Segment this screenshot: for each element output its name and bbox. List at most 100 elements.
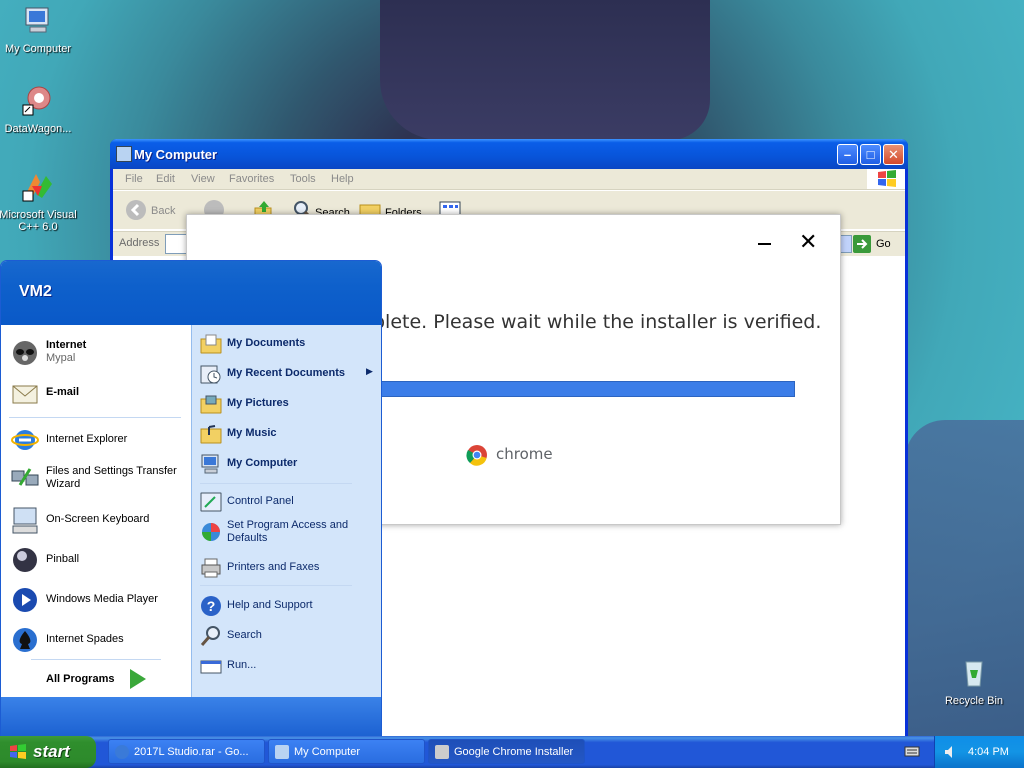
taskbar-item-my-computer[interactable]: My Computer (268, 739, 425, 764)
taskbar-item-studio-rar[interactable]: 2017L Studio.rar - Go... (108, 739, 265, 764)
maximize-button[interactable]: □ (860, 144, 881, 165)
start-item-my-recent-documents[interactable]: My Recent Documents ▶ (192, 359, 381, 387)
start-item-control-panel[interactable]: Control Panel (192, 487, 381, 515)
pinball-icon (13, 548, 37, 572)
separator (31, 659, 161, 660)
start-item-run[interactable]: Run... (192, 651, 381, 679)
start-item-email[interactable]: E-mail (1, 375, 190, 411)
start-menu-right-pane: My Documents My Recent Documents ▶ My Pi… (191, 325, 381, 697)
desktop: My Computer DataWagon... Microsoft Visua… (0, 0, 1024, 736)
separator (200, 585, 352, 586)
keyboard-tray-icon[interactable] (904, 744, 920, 758)
printer-icon (201, 558, 221, 578)
start-item-internet-spades[interactable]: Internet Spades (1, 621, 190, 657)
desktop-icon-my-computer[interactable]: My Computer (0, 4, 80, 55)
computer-icon (116, 146, 132, 162)
spades-icon (13, 628, 37, 652)
keyboard-icon (12, 507, 38, 534)
separator (9, 417, 181, 418)
volume-icon[interactable] (943, 744, 959, 760)
pictures-folder-icon (200, 395, 222, 414)
start-button[interactable]: start (0, 736, 96, 768)
start-item-on-screen-keyboard[interactable]: On-Screen Keyboard (1, 501, 190, 537)
desktop-icon-recycle-bin[interactable]: Recycle Bin (932, 656, 1016, 707)
start-item-internet[interactable]: Internet Mypal (1, 333, 190, 373)
recent-documents-icon (200, 365, 221, 384)
start-item-files-settings-transfer[interactable]: Files and Settings Transfer Wizard (1, 459, 190, 495)
visual-cpp-icon (22, 174, 52, 202)
installer-icon (435, 745, 449, 759)
start-item-my-pictures[interactable]: My Pictures (192, 389, 381, 417)
menu-help[interactable]: Help (331, 173, 354, 185)
start-item-my-music[interactable]: My Music (192, 419, 381, 447)
close-button[interactable]: ✕ (883, 144, 904, 165)
taskbar: start 2017L Studio.rar - Go... My Comput… (0, 736, 1024, 768)
computer-icon (25, 7, 49, 33)
chrome-brand: chrome (466, 445, 553, 466)
all-programs-arrow-icon (130, 669, 146, 689)
start-item-help-support[interactable]: ? Help and Support (192, 591, 381, 619)
menu-file[interactable]: File (125, 173, 143, 185)
start-item-printers-faxes[interactable]: Printers and Faxes (192, 553, 381, 581)
program-access-icon (202, 523, 220, 541)
raccoon-browser-icon (13, 341, 37, 365)
datawagon-icon (22, 86, 51, 116)
menu-tools[interactable]: Tools (290, 173, 316, 185)
start-menu-footer (1, 697, 381, 736)
computer-icon (275, 745, 289, 759)
taskbar-item-chrome-installer[interactable]: Google Chrome Installer (428, 739, 585, 764)
start-item-internet-explorer[interactable]: Internet Explorer (1, 421, 190, 457)
chrome-logo-icon (466, 445, 487, 466)
control-panel-icon (200, 492, 222, 512)
installer-close-button[interactable]: ✕ (799, 229, 817, 255)
desktop-icon-datawagon[interactable]: DataWagon... (0, 84, 80, 135)
start-item-my-computer[interactable]: My Computer (192, 449, 381, 477)
browser-icon (115, 745, 129, 759)
windows-flag-icon (10, 744, 26, 759)
help-icon: ? (201, 596, 221, 616)
desktop-icon-visual-cpp[interactable]: Microsoft Visual C++ 6.0 (0, 170, 80, 233)
menu-bar: File Edit View Favorites Tools Help (113, 169, 905, 190)
start-item-windows-media-player[interactable]: Windows Media Player (1, 581, 190, 617)
computer-icon (201, 454, 219, 474)
start-item-my-documents[interactable]: My Documents (192, 329, 381, 357)
email-icon (12, 385, 38, 404)
transfer-wizard-icon (11, 468, 39, 486)
address-label: Address (119, 237, 160, 249)
back-button[interactable]: Back (123, 197, 175, 223)
start-menu-left-pane: Internet Mypal E-mail Internet Explorer … (1, 325, 190, 697)
go-button[interactable]: Go (853, 235, 903, 253)
documents-folder-icon (200, 334, 222, 354)
user-name: VM2 (19, 283, 52, 300)
title-bar[interactable]: My Computer – □ ✕ (110, 139, 908, 169)
media-player-icon (13, 588, 37, 612)
svg-text:?: ? (207, 598, 216, 614)
menu-edit[interactable]: Edit (156, 173, 175, 185)
menu-favorites[interactable]: Favorites (229, 173, 274, 185)
all-programs-button[interactable]: All Programs (1, 663, 190, 693)
menu-view[interactable]: View (191, 173, 215, 185)
installer-message: plete. Please wait while the installer i… (373, 311, 822, 333)
installer-minimize-button[interactable] (758, 243, 771, 245)
music-folder-icon (200, 425, 222, 444)
system-tray: 4:04 PM (934, 736, 1024, 768)
run-icon (200, 660, 222, 674)
internet-explorer-icon (11, 430, 39, 450)
chrome-brand-text: chrome (496, 445, 553, 463)
start-item-pinball[interactable]: Pinball (1, 541, 190, 577)
start-menu-header: VM2 (1, 261, 381, 325)
recycle-bin-icon (965, 661, 983, 687)
clock[interactable]: 4:04 PM (968, 746, 1009, 758)
wallpaper-figure (380, 0, 710, 140)
search-icon (200, 626, 220, 646)
start-item-set-program-access[interactable]: Set Program Access and Defaults (192, 517, 381, 551)
back-arrow-icon (126, 200, 146, 220)
submenu-arrow-icon: ▶ (366, 366, 373, 376)
separator (200, 483, 352, 484)
installer-progress-bar (381, 381, 795, 397)
start-item-search[interactable]: Search (192, 621, 381, 649)
start-menu: VM2 Internet Mypal E-mail Internet Explo… (0, 260, 382, 736)
window-title: My Computer (134, 147, 218, 162)
go-arrow-icon (853, 235, 871, 253)
minimize-button[interactable]: – (837, 144, 858, 165)
